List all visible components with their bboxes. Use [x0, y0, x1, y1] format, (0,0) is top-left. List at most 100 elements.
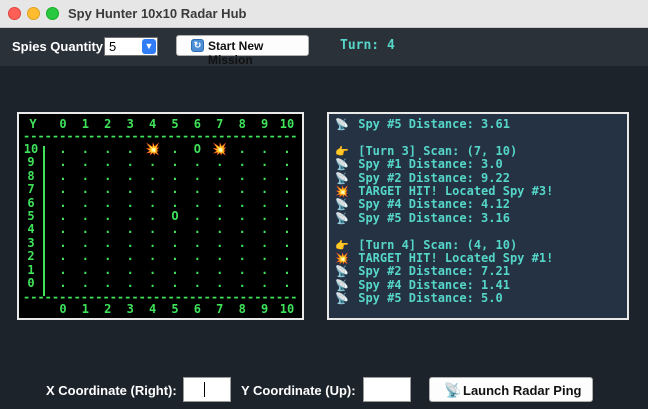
- radar-empty-cell: .: [260, 182, 269, 197]
- radar-empty-cell: .: [104, 155, 112, 170]
- radar-empty-cell: .: [148, 209, 157, 223]
- radar-empty-cell: .: [260, 209, 269, 223]
- radar-top-separator: ----------------------------------------: [23, 129, 299, 143]
- close-window-button[interactable]: [8, 7, 21, 20]
- radar-empty-cell: .: [81, 195, 89, 210]
- radar-empty-cell: .: [238, 142, 246, 156]
- chevron-down-icon[interactable]: ▼: [142, 39, 156, 54]
- radar-empty-cell: .: [59, 276, 67, 290]
- maximize-window-button[interactable]: [46, 7, 59, 20]
- radar-empty-cell: .: [171, 195, 179, 210]
- radar-empty-cell: .: [216, 182, 224, 197]
- radar-empty-cell: .: [193, 182, 201, 197]
- start-new-mission-button[interactable]: ↻ Start New Mission: [176, 35, 309, 67]
- radar-x-label: 7: [216, 302, 224, 316]
- radar-empty-cell: .: [260, 195, 269, 210]
- radar-empty-cell: .: [171, 155, 179, 170]
- spies-quantity-select[interactable]: 5 ▼: [104, 37, 158, 56]
- radar-empty-cell: .: [283, 168, 291, 183]
- radar-y-label: 5: [27, 209, 35, 223]
- radar-empty-cell: .: [59, 222, 67, 237]
- log-text: Spy #2 Distance: 7.21: [358, 264, 510, 279]
- radar-row: 6...........: [19, 196, 306, 210]
- spy-marker: O: [193, 142, 201, 156]
- radar-row: 8...........: [19, 169, 306, 183]
- radar-empty-cell: .: [59, 195, 67, 210]
- log-line: 👉 [Turn 4] Scan: (4, 10): [333, 238, 517, 252]
- radar-empty-cell: .: [283, 155, 291, 170]
- radar-empty-cell: .: [171, 235, 179, 250]
- radar-x-label: 3: [126, 302, 134, 316]
- radar-empty-cell: .: [193, 222, 201, 237]
- radar-empty-cell: .: [238, 168, 246, 183]
- radar-y-label: 8: [27, 168, 35, 183]
- x-coordinate-input[interactable]: [183, 377, 231, 402]
- radar-empty-cell: .: [171, 276, 179, 290]
- radar-empty-cell: .: [193, 155, 201, 170]
- radar-empty-cell: .: [238, 235, 246, 250]
- radar-x-label: 1: [81, 302, 89, 316]
- radar-empty-cell: .: [81, 235, 89, 250]
- radar-empty-cell: .: [283, 235, 291, 250]
- radar-empty-cell: .: [104, 262, 112, 277]
- radar-empty-cell: .: [283, 209, 291, 223]
- radar-empty-cell: .: [59, 155, 67, 170]
- radar-empty-cell: .: [260, 249, 269, 264]
- radar-empty-cell: .: [148, 195, 157, 210]
- radar-empty-cell: .: [59, 262, 67, 277]
- log-text: Spy #5 Distance: 3.61: [358, 117, 510, 131]
- radar-empty-cell: .: [126, 249, 134, 264]
- launch-radar-ping-button[interactable]: 📡 Launch Radar Ping: [429, 377, 593, 402]
- radar-empty-cell: .: [260, 276, 269, 290]
- radar-footer-row: 0 1 2 3 4 5 6 7 8 9 10: [19, 302, 306, 316]
- radar-empty-cell: .: [238, 222, 246, 237]
- log-line: 📡 Spy #5 Distance: 3.16: [333, 211, 510, 225]
- radar-empty-cell: .: [81, 142, 89, 156]
- radar-empty-cell: .: [193, 209, 201, 223]
- refresh-icon: ↻: [191, 39, 204, 52]
- radar-empty-cell: .: [283, 276, 291, 290]
- radar-empty-cell: .: [126, 222, 134, 237]
- minimize-window-button[interactable]: [27, 7, 40, 20]
- radar-empty-cell: .: [260, 142, 269, 156]
- radar-empty-cell: .: [238, 249, 246, 264]
- radar-empty-cell: .: [126, 182, 134, 197]
- radar-row: 0...........: [19, 276, 306, 290]
- radar-empty-cell: .: [216, 222, 224, 237]
- radar-empty-cell: .: [216, 168, 224, 183]
- radar-x-label: 5: [171, 302, 179, 316]
- spies-quantity-value: 5: [109, 39, 117, 54]
- radar-empty-cell: .: [81, 249, 89, 264]
- scan-log-panel: 📡 Spy #5 Distance: 3.61 👉 [Turn 3] Scan: …: [327, 112, 629, 320]
- radar-x-label: 0: [59, 302, 67, 316]
- window-title: Spy Hunter 10x10 Radar Hub: [68, 6, 247, 21]
- log-text: Spy #5 Distance: 3.16: [358, 210, 510, 225]
- explosion-icon: 💥: [212, 142, 228, 156]
- radar-empty-cell: .: [216, 262, 224, 277]
- radar-empty-cell: .: [283, 182, 291, 197]
- radar-row: 2...........: [19, 249, 306, 263]
- radar-empty-cell: .: [148, 182, 157, 197]
- radar-empty-cell: .: [260, 155, 269, 170]
- turn-counter: Turn: 4: [340, 38, 395, 53]
- log-line: 📡 Spy #5 Distance: 5.0: [333, 291, 503, 305]
- radar-empty-cell: .: [193, 235, 201, 250]
- explosion-icon: 💥: [145, 142, 161, 156]
- satellite-dish-icon: 📡: [335, 118, 349, 131]
- radar-empty-cell: .: [171, 142, 179, 156]
- radar-empty-cell: .: [81, 168, 89, 183]
- radar-x-label: 6: [193, 302, 201, 316]
- radar-empty-cell: .: [126, 195, 134, 210]
- spy-marker: O: [171, 209, 179, 223]
- radar-row: 9...........: [19, 155, 306, 169]
- y-coordinate-label: Y Coordinate (Up):: [241, 383, 356, 398]
- radar-empty-cell: .: [260, 222, 269, 237]
- log-line: 📡 Spy #4 Distance: 1.41: [333, 278, 510, 292]
- spies-quantity-label: Spies Quantity:: [12, 39, 108, 54]
- radar-empty-cell: .: [193, 276, 201, 290]
- y-coordinate-input[interactable]: [363, 377, 411, 402]
- text-caret: [204, 382, 205, 397]
- radar-empty-cell: .: [171, 249, 179, 264]
- log-line: 👉 [Turn 3] Scan: (7, 10): [333, 144, 517, 158]
- radar-empty-cell: .: [238, 276, 246, 290]
